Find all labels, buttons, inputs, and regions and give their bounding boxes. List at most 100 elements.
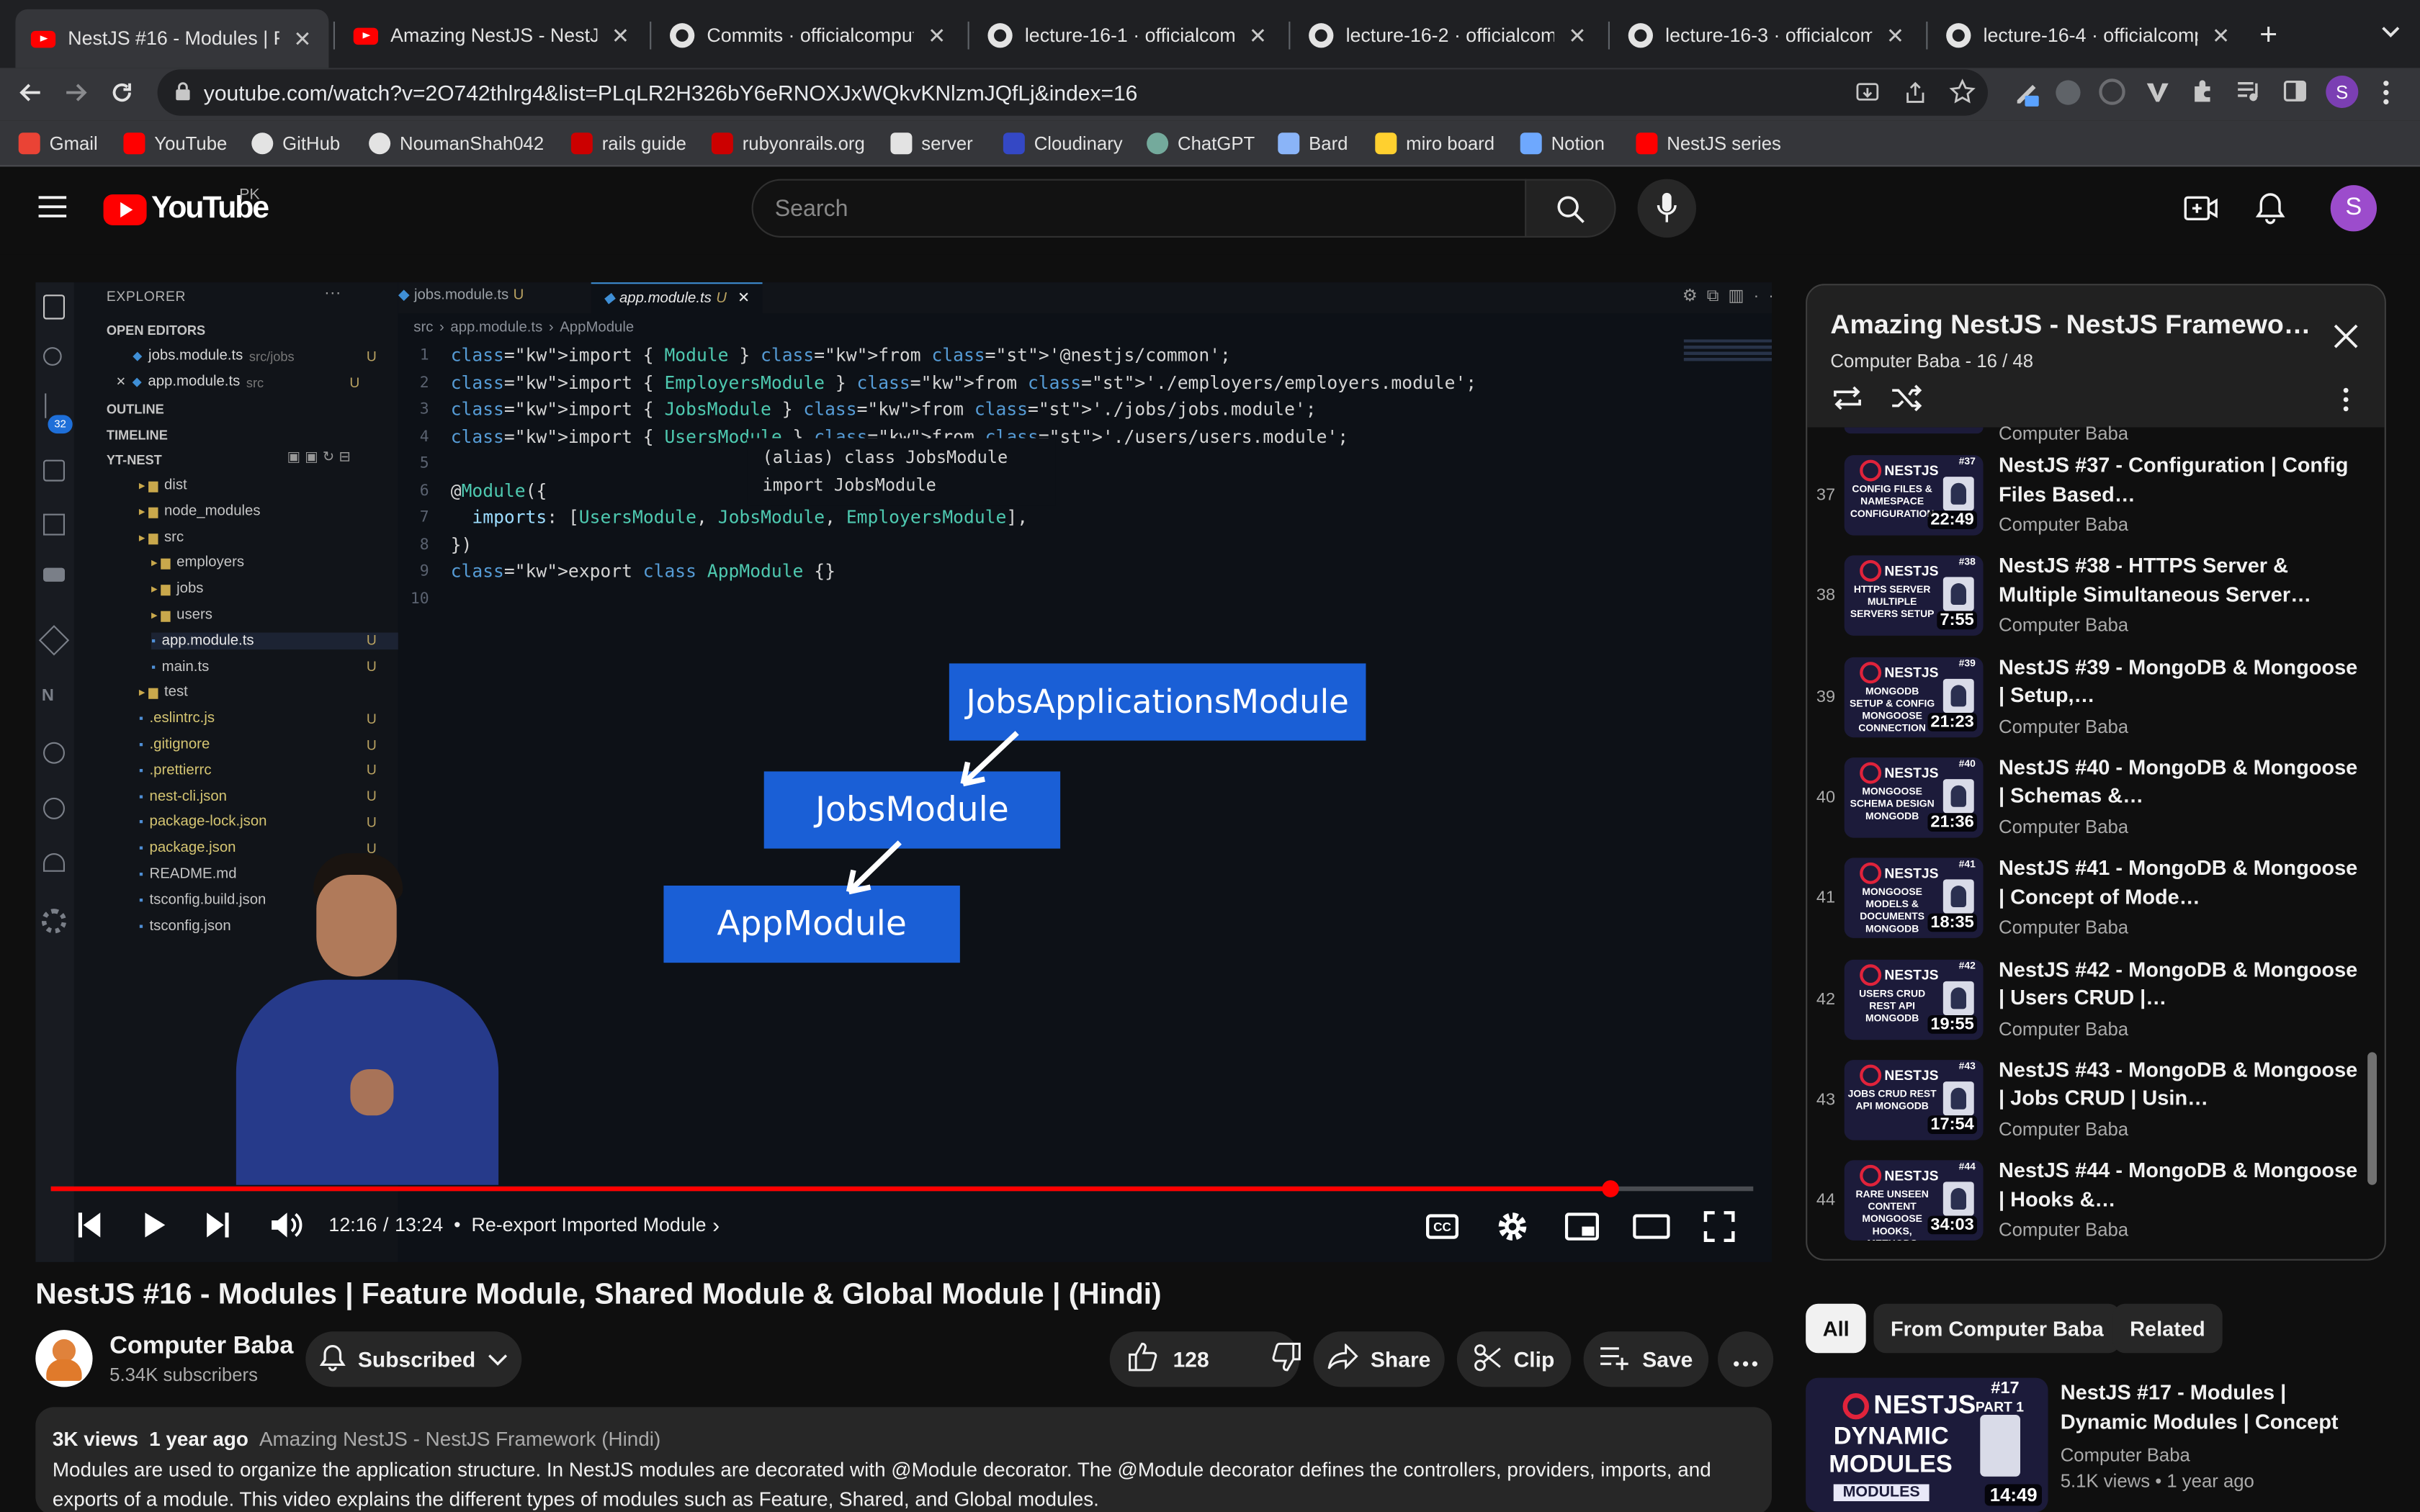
playlist-item[interactable]: 43 NESTJS #43 JOBS CRUD REST API MONGODB 17:… (1807, 1056, 2378, 1156)
miniplayer-icon[interactable] (1564, 1212, 1600, 1248)
tab-close-icon[interactable]: ✕ (292, 25, 313, 51)
share-page-icon[interactable] (1903, 80, 1927, 112)
theater-mode-icon[interactable] (1633, 1214, 1670, 1246)
profile-avatar[interactable]: S (2326, 76, 2359, 108)
chapter-title[interactable]: Re-export Imported Module (472, 1214, 707, 1236)
related-item[interactable]: NESTJS #17 PART 1 DYNAMIC MODULES MODULE… (1806, 1377, 2386, 1512)
browser-menu-icon[interactable] (2381, 78, 2390, 114)
video-player[interactable]: 32 N EXPLORER ··· OPEN EDITORS ◆ jobs.mod… (35, 282, 1773, 1262)
tab-close-icon[interactable]: ✕ (1884, 22, 1906, 48)
tab-4[interactable]: lecture-16-1 · officialcomputerbaba ✕ (972, 12, 1284, 58)
bookmark-star-icon[interactable] (1949, 78, 1976, 112)
dislike-button[interactable] (1272, 1342, 1301, 1376)
tab-1[interactable]: NestJS #16 - Modules | Feature Module ✕ (15, 9, 329, 68)
shuffle-icon[interactable] (1891, 384, 1923, 420)
tab-close-icon[interactable]: ✕ (609, 22, 631, 48)
description-box[interactable]: 3K views 1 year ago Amazing NestJS - Nes… (35, 1407, 1773, 1512)
tab-close-icon[interactable]: ✕ (1247, 22, 1268, 48)
bookmark-youtube[interactable]: YouTube (123, 132, 227, 155)
notifications-bell-icon[interactable] (2255, 192, 2286, 233)
playlist-item[interactable]: 38 NESTJS #38 HTTPS SERVER MULTIPLE SERVERS… (1807, 553, 2378, 653)
back-icon[interactable] (17, 78, 45, 114)
create-video-icon[interactable] (2184, 193, 2218, 232)
playlist-item[interactable]: 44 NESTJS #44 RARE UNSEEN CONTENT MONGOOSE … (1807, 1157, 2378, 1257)
play-icon[interactable] (143, 1211, 166, 1246)
bookmark-cloudinary[interactable]: Cloudinary (1003, 132, 1123, 155)
save-button[interactable]: Save (1583, 1331, 1709, 1387)
previous-icon[interactable] (77, 1211, 102, 1246)
bookmark-rubyonrails-org[interactable]: rubyonrails.org (711, 132, 865, 155)
extension-circle-icon[interactable] (2099, 78, 2125, 105)
bookmark-gmail[interactable]: Gmail (18, 132, 98, 155)
bookmark-noumanshah042[interactable]: NoumanShah042 (369, 132, 544, 155)
playlist-title[interactable]: Amazing NestJS - NestJS Framework... (1830, 309, 2312, 341)
playlist-menu-icon[interactable] (2341, 387, 2351, 420)
volume-icon[interactable] (270, 1210, 304, 1248)
playlist-item[interactable]: 40 NESTJS #40 MONGOOSE SCHEMA DESIGN MONGOD… (1807, 755, 2378, 855)
subtitles-icon[interactable]: CC (1425, 1214, 1458, 1239)
side-panel-icon[interactable] (2282, 78, 2307, 111)
bookmark-server[interactable]: server (890, 132, 973, 155)
tab-search-icon[interactable] (2378, 19, 2403, 43)
install-app-icon[interactable] (1855, 80, 1880, 112)
tab-close-icon[interactable]: ✕ (1567, 22, 1588, 48)
extension-pen-icon[interactable] (2011, 77, 2042, 108)
related-channel[interactable]: Computer Baba (2061, 1444, 2190, 1466)
playlist-item-index: 42 (1816, 989, 1836, 1009)
tab-2[interactable]: Amazing NestJS - NestJS Framework ✕ (338, 12, 647, 58)
playlist-item[interactable]: 41 NESTJS #41 MONGOOSE MODELS & DOCUMENTS M… (1807, 855, 2378, 955)
tab-5[interactable]: lecture-16-2 · officialcomputerbaba ✕ (1294, 12, 1604, 58)
playlist-item[interactable]: 39 NESTJS #39 MONGODB SETUP & CONFIG MONGOO… (1807, 654, 2378, 754)
like-button[interactable]: 128 (1128, 1342, 1209, 1376)
reload-icon[interactable] (108, 78, 136, 114)
lock-icon[interactable] (174, 82, 192, 110)
tab-3[interactable]: Commits · officialcomputerbaba ✕ (655, 12, 964, 58)
extension-dot-icon[interactable] (2056, 80, 2081, 105)
voice-search-button[interactable] (1637, 179, 1696, 238)
chip-from-computer-baba[interactable]: From Computer Baba (1873, 1303, 2121, 1354)
playlist-item[interactable]: 37 NESTJS #37 CONFIG FILES & NAMESPACE CONF… (1807, 452, 2378, 552)
close-icon[interactable] (2332, 323, 2360, 358)
chip-related[interactable]: Related (2112, 1303, 2223, 1354)
new-tab-button[interactable]: + (2259, 20, 2277, 51)
fullscreen-icon[interactable] (1703, 1210, 1735, 1250)
bookmark-nestjs-series[interactable]: NestJS series (1636, 132, 1781, 155)
thumb-line-1: DYNAMIC (1833, 1423, 1949, 1451)
hamburger-menu-icon[interactable] (37, 194, 68, 227)
loop-icon[interactable] (1830, 384, 1864, 420)
media-controls-icon[interactable] (2236, 80, 2262, 111)
bookmark-chatgpt[interactable]: ChatGPT (1147, 132, 1255, 155)
related-title[interactable]: NestJS #17 - Modules | Dynamic Modules |… (2061, 1378, 2370, 1436)
next-icon[interactable] (205, 1211, 230, 1246)
channel-avatar[interactable] (35, 1330, 93, 1387)
rails-icon (570, 132, 593, 155)
tab-close-icon[interactable]: ✕ (2210, 22, 2232, 48)
subscribed-button[interactable]: Subscribed (305, 1331, 522, 1387)
bookmark-notion[interactable]: Notion (1520, 132, 1605, 155)
chevron-right-icon[interactable]: › (712, 1212, 720, 1237)
bookmark-bard[interactable]: Bard (1278, 132, 1348, 155)
bookmark-rails-guide[interactable]: rails guide (570, 132, 686, 155)
settings-icon[interactable] (1495, 1210, 1529, 1251)
channel-name[interactable]: Computer Baba (109, 1333, 293, 1361)
clip-button[interactable]: Clip (1456, 1331, 1572, 1387)
extensions-puzzle-icon[interactable] (2190, 78, 2216, 112)
playlist-scrollbar[interactable] (2367, 1052, 2377, 1185)
forward-icon[interactable] (62, 78, 90, 114)
progress-bar[interactable] (50, 1180, 1754, 1197)
extension-v-icon[interactable] (2146, 82, 2170, 112)
bookmark-github[interactable]: GitHub (251, 132, 340, 155)
tab-close-icon[interactable]: ✕ (926, 22, 948, 48)
account-avatar[interactable]: S (2330, 185, 2377, 232)
search-input[interactable]: Search (751, 179, 1527, 238)
share-button[interactable]: Share (1313, 1331, 1445, 1387)
search-button[interactable] (1525, 179, 1616, 238)
bookmark-miro-board[interactable]: miro board (1375, 132, 1494, 155)
more-actions-button[interactable] (1718, 1331, 1774, 1387)
chip-all[interactable]: All (1806, 1303, 1867, 1354)
tab-7[interactable]: lecture-16-4 · officialcomputerbaba ✕ (1931, 12, 2247, 58)
playlist-link[interactable]: Amazing NestJS - NestJS Framework (Hindi… (259, 1427, 660, 1450)
playlist-item[interactable]: 42 NESTJS #42 USERS CRUD REST API MONGODB 19… (1807, 956, 2378, 1056)
tab-6[interactable]: lecture-16-3 · officialcomputerbaba ✕ (1613, 12, 1922, 58)
address-bar[interactable]: youtube.com/watch?v=2O742thlrg4&list=PLq… (157, 69, 1988, 116)
